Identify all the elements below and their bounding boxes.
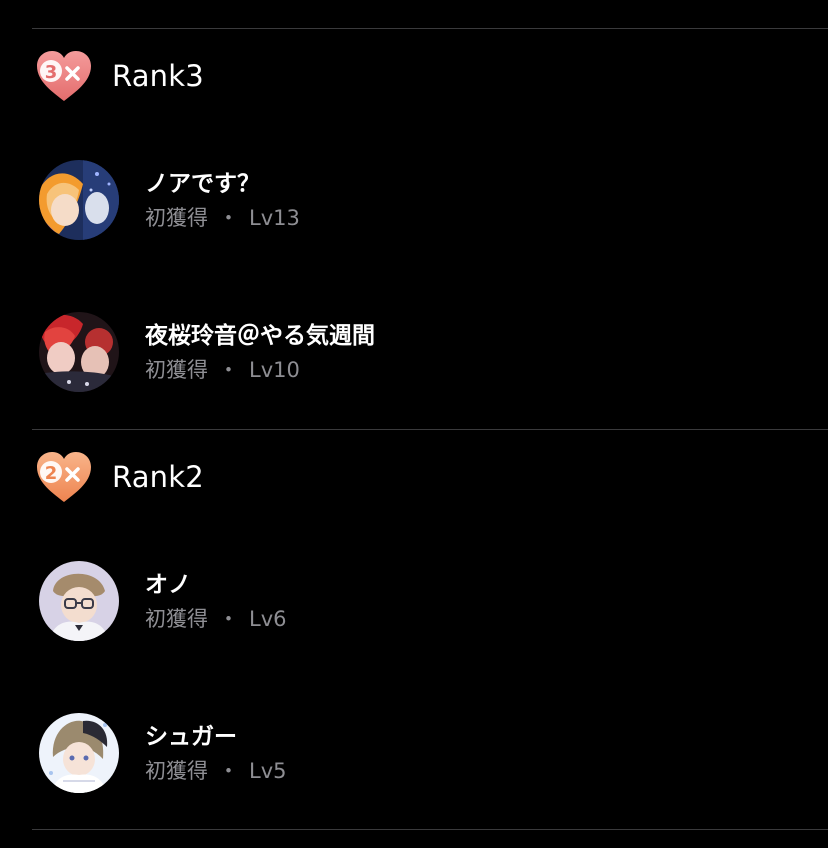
section-divider [32,429,828,430]
user-meta: 初獲得・ Lv13 [145,205,300,231]
heart-rank-badge-icon: 3 [34,48,94,104]
meta-separator: ・ [218,206,239,230]
user-level: Lv13 [249,206,300,230]
user-row-ono[interactable]: オノ 初獲得・ Lv6 [39,560,287,642]
user-meta: 初獲得・ Lv6 [145,606,287,632]
user-row-yozakura[interactable]: 夜桜玲音＠やる気週間 初獲得・ Lv10 [39,311,375,393]
user-level: Lv10 [249,358,300,382]
rank-badge-number: 3 [45,62,58,83]
meta-separator: ・ [218,607,239,631]
user-meta: 初獲得・ Lv5 [145,758,287,784]
heart-rank-badge-icon: 2 [34,449,94,505]
user-level: Lv6 [249,607,287,631]
user-status: 初獲得 [145,607,208,631]
user-status: 初獲得 [145,759,208,783]
user-status: 初獲得 [145,206,208,230]
meta-separator: ・ [218,759,239,783]
rank-title: Rank3 [112,59,204,93]
user-row-sugar[interactable]: シュガー 初獲得・ Lv5 [39,712,287,794]
avatar [39,312,119,392]
user-status: 初獲得 [145,358,208,382]
meta-separator: ・ [218,358,239,382]
section-divider [32,829,828,830]
avatar [39,561,119,641]
rank-title: Rank2 [112,460,204,494]
user-row-noa[interactable]: ノアです？ 初獲得・ Lv13 [39,159,300,241]
user-meta: 初獲得・ Lv10 [145,357,375,383]
avatar [39,160,119,240]
rank-header-3: 3 Rank3 [34,48,204,104]
avatar [39,713,119,793]
rank-header-2: 2 Rank2 [34,449,204,505]
rank-badge-number: 2 [45,463,58,484]
user-name: シュガー [145,724,237,750]
user-name: 夜桜玲音＠やる気週間 [145,323,375,349]
user-level: Lv5 [249,759,287,783]
user-name: オノ [145,572,191,598]
user-name: ノアです？ [145,171,260,197]
section-divider [32,28,828,29]
